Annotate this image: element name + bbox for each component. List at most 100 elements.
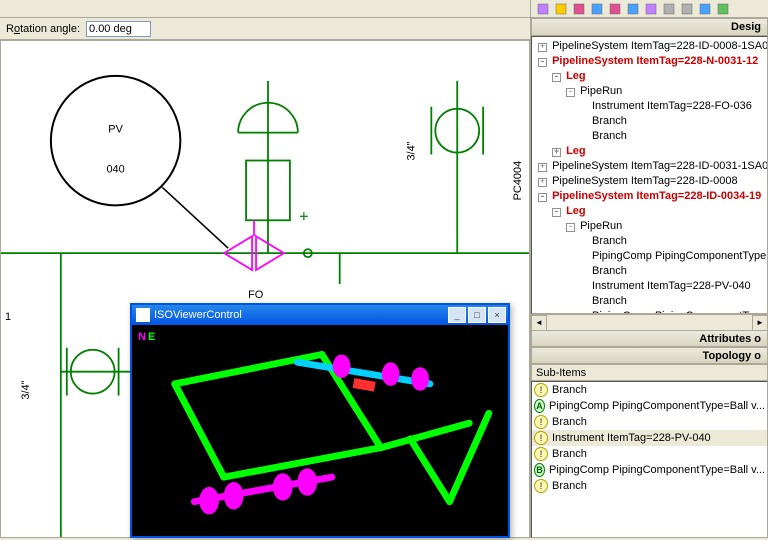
bubble-text-2: 040 — [106, 163, 124, 175]
tree-node[interactable]: + PipelineSystem ItemTag=228-ID-0008-1SA… — [534, 39, 765, 54]
subitems-list[interactable]: !BranchAPipingComp PipingComponentType=B… — [531, 381, 768, 538]
status-icon: ! — [534, 383, 548, 397]
list-label: Branch — [552, 448, 587, 460]
list-label: PipingComp PipingComponentType=Ball v... — [549, 464, 765, 476]
tree-label: Branch — [592, 130, 627, 142]
list-label: Branch — [552, 480, 587, 492]
tree-node[interactable]: Branch — [534, 234, 765, 249]
ico-h-button[interactable] — [661, 1, 677, 17]
ico-i-button[interactable] — [679, 1, 695, 17]
ico-e-button[interactable] — [607, 1, 623, 17]
tree-node[interactable]: + PipelineSystem ItemTag=228-ID-0031-1SA… — [534, 159, 765, 174]
tree-label: PipelineSystem ItemTag=228-ID-0008 — [552, 175, 738, 187]
scroll-left-icon[interactable]: ◄ — [531, 315, 547, 331]
tree-label: PipeRun — [580, 85, 622, 97]
right-panel: Desig + PipelineSystem ItemTag=228-ID-00… — [530, 18, 768, 538]
tree-hscroll[interactable]: ◄ ► — [531, 314, 768, 330]
minimize-button[interactable]: _ — [448, 307, 466, 323]
list-item[interactable]: !Instrument ItemTag=228-PV-040 — [532, 430, 767, 446]
tree-node[interactable]: + PipelineSystem ItemTag=228-ID-0008 — [534, 174, 765, 189]
ico-k-button[interactable] — [715, 1, 731, 17]
ico-d-button[interactable] — [589, 1, 605, 17]
tree-toggle-icon[interactable]: + — [552, 148, 561, 157]
status-icon: ! — [534, 479, 548, 493]
tree-label: PipingComp PipingComponentType — [592, 250, 766, 262]
tree-node[interactable]: Instrument ItemTag=228-FO-036 — [534, 99, 765, 114]
maximize-button[interactable]: □ — [468, 307, 486, 323]
tree-node[interactable]: Instrument ItemTag=228-PV-040 — [534, 279, 765, 294]
list-item[interactable]: APipingComp PipingComponentType=Ball v..… — [532, 398, 767, 414]
tree-toggle-icon[interactable]: - — [538, 58, 547, 67]
iso-viewer-window[interactable]: ISOViewerControl _ □ × NE — [130, 303, 510, 538]
tree-toggle-icon[interactable]: + — [538, 163, 547, 172]
tree-node[interactable]: + Leg — [534, 144, 765, 159]
close-button[interactable]: × — [488, 307, 506, 323]
tree-label: PipeRun — [580, 220, 622, 232]
tree-label: Leg — [566, 145, 586, 157]
scroll-right-icon[interactable]: ► — [752, 315, 768, 331]
tree-label: PipelineSystem ItemTag=228-ID-0034-19 — [552, 190, 761, 202]
ico-a-button[interactable] — [535, 1, 551, 17]
iso-app-icon — [136, 308, 150, 322]
tree-label: PipelineSystem ItemTag=228-ID-0008-1SA0S… — [552, 40, 768, 52]
tree-toggle-icon[interactable]: - — [566, 223, 575, 232]
tree-label: Branch — [592, 295, 627, 307]
ico-j-button[interactable] — [697, 1, 713, 17]
attributes-header: Attributes o — [531, 330, 768, 347]
tree-node[interactable]: Branch — [534, 264, 765, 279]
rotation-bar: Rotation angle: — [0, 18, 530, 40]
iso-viewport[interactable]: NE — [132, 325, 508, 536]
tree-node[interactable]: Branch — [534, 294, 765, 309]
tree-node[interactable]: PipingComp PipingComponentType — [534, 249, 765, 264]
list-item[interactable]: ! Branch — [532, 414, 767, 430]
design-tree-header: Desig — [531, 18, 768, 36]
toolbar-right — [530, 0, 768, 17]
tree-label: Leg — [566, 70, 586, 82]
ico-b-button[interactable] — [553, 1, 569, 17]
tree-label: Leg — [566, 205, 586, 217]
rotation-label: Rotation angle: — [6, 23, 80, 35]
design-tree[interactable]: + PipelineSystem ItemTag=228-ID-0008-1SA… — [531, 36, 768, 314]
status-icon: ! — [534, 447, 548, 461]
size-left: 3/4" — [20, 380, 32, 399]
bubble-text-1: PV — [108, 124, 123, 136]
ico-c-button[interactable] — [571, 1, 587, 17]
iso-titlebar[interactable]: ISOViewerControl _ □ × — [132, 305, 508, 325]
list-item[interactable]: !Branch — [532, 382, 767, 398]
tree-node[interactable]: - PipelineSystem ItemTag=228-ID-0034-19 — [534, 189, 765, 204]
status-icon: B — [534, 463, 545, 477]
tree-label: PipelineSystem ItemTag=228-N-0031-12 — [552, 55, 758, 67]
tree-node[interactable]: - PipelineSystem ItemTag=228-N-0031-12 — [534, 54, 765, 69]
topology-header: Topology o — [531, 347, 768, 364]
list-item[interactable]: B PipingComp PipingComponentType=Ball v..… — [532, 462, 767, 478]
list-label: Branch — [552, 416, 587, 428]
tree-toggle-icon[interactable]: - — [538, 193, 547, 202]
tree-node[interactable]: - PipeRun — [534, 84, 765, 99]
tree-node[interactable]: Branch — [534, 129, 765, 144]
list-item[interactable]: ! Branch — [532, 446, 767, 462]
tag-right: PC4004 — [512, 161, 524, 201]
tree-toggle-icon[interactable]: - — [552, 73, 561, 82]
tree-toggle-icon[interactable]: + — [538, 43, 547, 52]
status-icon: ! — [534, 415, 548, 429]
svg-text:1: 1 — [5, 311, 11, 323]
list-label: Instrument ItemTag=228-PV-040 — [552, 432, 711, 444]
tree-label: Branch — [592, 115, 627, 127]
top-toolbar — [0, 0, 768, 18]
ico-g-button[interactable] — [643, 1, 659, 17]
ico-f-button[interactable] — [625, 1, 641, 17]
tree-toggle-icon[interactable]: - — [552, 208, 561, 217]
tree-label: Instrument ItemTag=228-FO-036 — [592, 100, 752, 112]
rotation-input[interactable] — [86, 21, 151, 37]
tree-node[interactable]: Branch — [534, 114, 765, 129]
tree-toggle-icon[interactable]: - — [566, 88, 575, 97]
list-item[interactable]: ! Branch — [532, 478, 767, 494]
tree-node[interactable]: - Leg — [534, 69, 765, 84]
valve-label: FO — [248, 289, 263, 301]
subitems-header: Sub-Items — [531, 364, 768, 381]
tree-node[interactable]: - PipeRun — [534, 219, 765, 234]
tree-toggle-icon[interactable]: + — [538, 178, 547, 187]
tree-node[interactable]: - Leg — [534, 204, 765, 219]
size-main: 3/4" — [405, 141, 417, 160]
status-icon: A — [534, 399, 545, 413]
